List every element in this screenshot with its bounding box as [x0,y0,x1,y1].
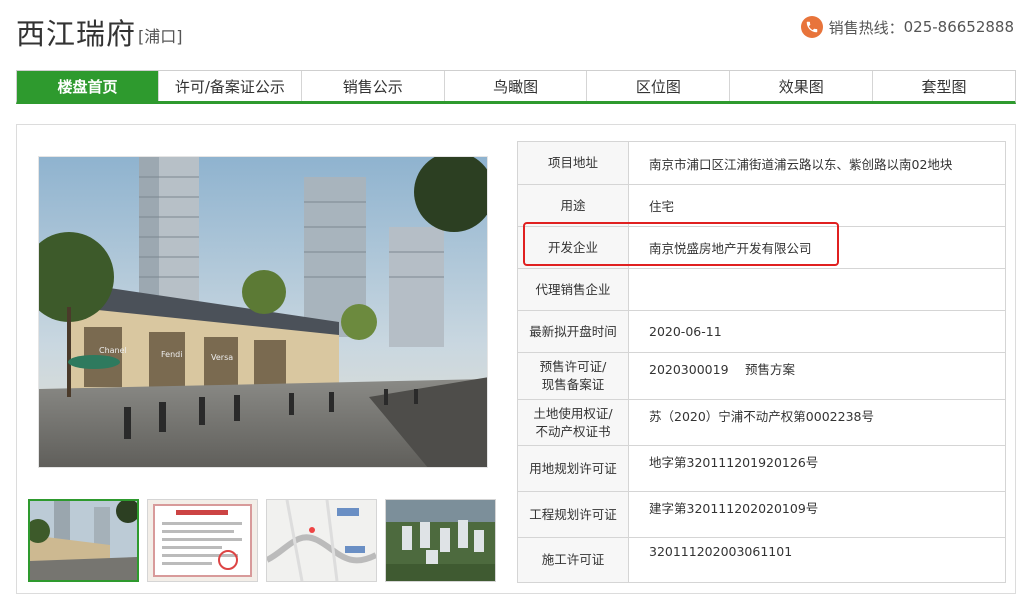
project-info-table: 项目地址 南京市浦口区江浦街道浦云路以东、紫创路以南02地块 用途 住宅 开发企… [517,141,1006,583]
info-key: 土地使用权证/ 不动产权证书 [517,399,629,446]
table-row: 施工许可证 320111202003061101 [517,537,1006,583]
info-value-presale-permit[interactable]: 2020300019 预售方案 [628,352,1006,400]
phone-icon [800,16,823,38]
info-value-developer: 南京悦盛房地产开发有限公司 [628,226,1006,269]
tab-permits[interactable]: 许可/备案证公示 [159,71,302,101]
info-key: 用途 [517,184,629,227]
main-rendering-image[interactable]: Chanel Fendi Versa [38,156,488,468]
info-key: 施工许可证 [517,537,629,583]
sales-hotline: 销售热线： 025-86652888 [800,16,1014,38]
nav-tabs: 楼盘首页 许可/备案证公示 销售公示 鸟瞰图 区位图 效果图 套型图 [16,70,1016,104]
table-row: 开发企业 南京悦盛房地产开发有限公司 [517,226,1006,269]
shop-sign-chanel: Chanel [99,346,127,355]
table-row: 最新拟开盘时间 2020-06-11 [517,310,1006,353]
info-key: 工程规划许可证 [517,491,629,538]
info-value-land-certificate: 苏（2020）宁浦不动产权第0002238号 [628,399,1006,446]
info-key: 最新拟开盘时间 [517,310,629,353]
info-key: 开发企业 [517,226,629,269]
info-key-line: 不动产权证书 [535,423,611,439]
table-row: 项目地址 南京市浦口区江浦街道浦云路以东、紫创路以南02地块 [517,141,1006,185]
table-row: 土地使用权证/ 不动产权证书 苏（2020）宁浦不动产权第0002238号 [517,399,1006,446]
thumbnail-permit-document[interactable] [147,499,258,582]
table-row: 用地规划许可证 地字第320111201920126号 [517,445,1006,492]
thumbnail-aerial-view[interactable] [385,499,496,582]
thumbnail-location-map[interactable] [266,499,377,582]
info-value-agent [628,268,1006,311]
info-key-line: 预售许可证/ [539,359,607,374]
table-row: 预售许可证/ 现售备案证 2020300019 预售方案 [517,352,1006,400]
hotline-label: 销售热线： [828,18,904,37]
info-key: 预售许可证/ 现售备案证 [517,352,629,400]
info-value-land-planning-permit: 地字第320111201920126号 [628,445,1006,492]
info-value-construction-permit: 320111202003061101 [628,537,1006,583]
tab-floor-plans[interactable]: 套型图 [873,71,1015,101]
info-value-project-planning-permit: 建字第320111202020109号 [628,491,1006,538]
content-panel: Chanel Fendi Versa 项目地址 南京市浦口区江浦街道浦云路以东、… [16,124,1016,594]
project-district: [浦口] [138,27,183,46]
thumbnail-strip [28,499,496,582]
project-name: 西江瑞府 [16,17,137,51]
info-value-usage: 住宅 [628,184,1006,227]
tab-sales-notice[interactable]: 销售公示 [302,71,445,101]
thumbnail-rendering[interactable] [28,499,139,582]
page-title: 西江瑞府 [浦口] [16,12,183,52]
info-key-line: 土地使用权证/ [533,405,613,421]
info-key: 项目地址 [517,141,629,185]
info-key-line: 现售备案证 [541,377,605,392]
hotline-number: 025-86652888 [903,18,1014,36]
tab-home[interactable]: 楼盘首页 [17,71,159,101]
info-key: 代理销售企业 [517,268,629,311]
info-value-address: 南京市浦口区江浦街道浦云路以东、紫创路以南02地块 [628,141,1006,185]
table-row: 用途 住宅 [517,184,1006,227]
info-key: 用地规划许可证 [517,445,629,492]
table-row: 工程规划许可证 建字第320111202020109号 [517,491,1006,538]
tab-renderings[interactable]: 效果图 [730,71,874,101]
tab-aerial-view[interactable]: 鸟瞰图 [445,71,588,101]
info-value-opening-date: 2020-06-11 [628,310,1006,353]
shop-sign-fendi: Fendi [161,350,182,359]
tab-location-map[interactable]: 区位图 [587,71,731,101]
shop-sign-versa: Versa [211,353,233,362]
table-row: 代理销售企业 [517,268,1006,311]
